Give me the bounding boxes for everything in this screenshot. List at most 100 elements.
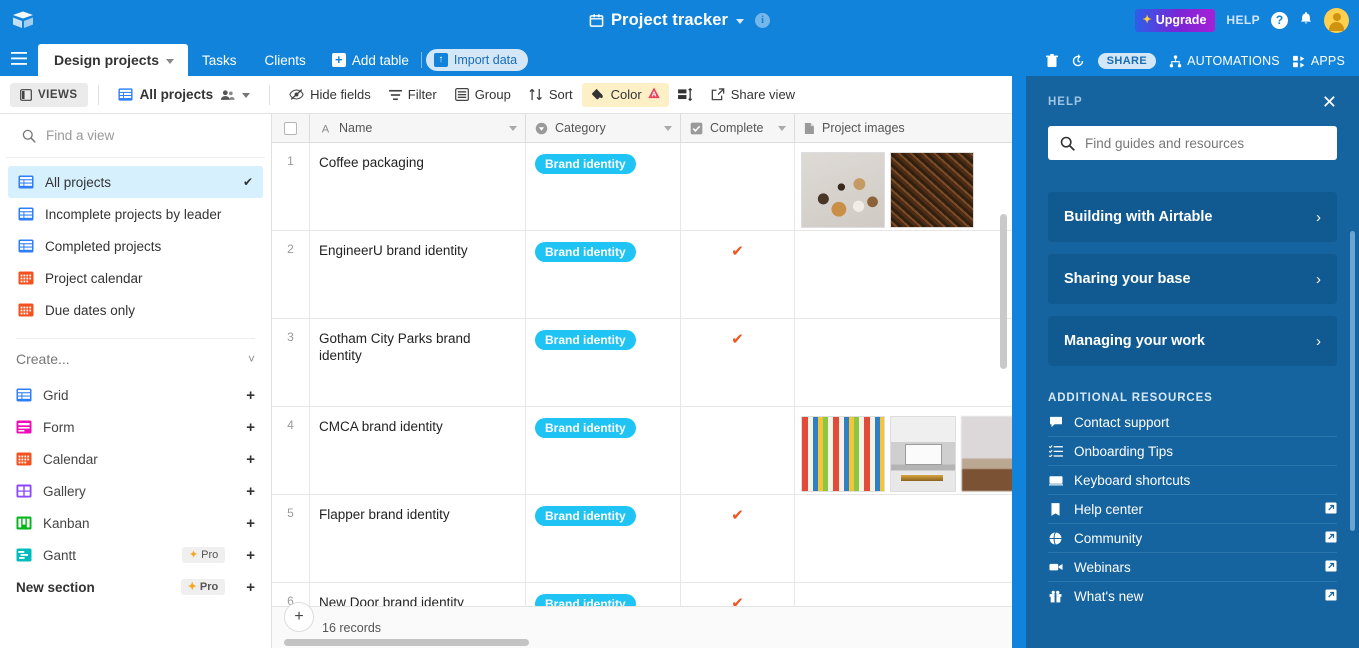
create-gantt-view[interactable]: Gantt ✦ Pro + <box>0 539 271 571</box>
sidebar-item-project-calendar[interactable]: Project calendar <box>8 262 263 294</box>
row-height-button[interactable] <box>669 83 702 107</box>
sort-button[interactable]: Sort <box>520 83 582 107</box>
create-kanban-view[interactable]: Kanban + <box>0 507 271 539</box>
create-calendar-view[interactable]: Calendar + <box>0 443 271 475</box>
attachment-thumbnail-blurred-gallery[interactable] <box>961 416 1012 492</box>
avatar[interactable] <box>1324 7 1349 33</box>
trash-icon[interactable] <box>1045 54 1058 68</box>
cell-project-images[interactable] <box>795 143 1010 230</box>
color-button[interactable]: Color A <box>581 82 669 107</box>
add-record-button[interactable]: + <box>284 602 314 632</box>
resource-onboarding-tips[interactable]: Onboarding Tips <box>1048 437 1337 466</box>
help-card-sharing-your-base[interactable]: Sharing your base › <box>1048 254 1337 304</box>
cell-complete[interactable] <box>681 143 795 230</box>
select-all-checkbox[interactable] <box>272 114 310 142</box>
attachment-thumbnail-museum-wall[interactable] <box>801 416 885 492</box>
airtable-logo-icon[interactable] <box>0 0 46 40</box>
group-button[interactable]: Group <box>446 83 520 107</box>
sidebar-item-incomplete-projects-by-leader[interactable]: Incomplete projects by leader <box>8 198 263 230</box>
resource-help-center[interactable]: Help center <box>1048 495 1337 524</box>
cell-category[interactable]: Brand identity <box>526 319 681 406</box>
question-mark-icon[interactable]: ? <box>1271 11 1288 29</box>
resource-contact-support[interactable]: Contact support <box>1048 408 1337 437</box>
apps-button[interactable]: APPS <box>1292 54 1345 68</box>
table-row[interactable]: 3 Gotham City Parks brand identity Brand… <box>272 319 1012 407</box>
help-panel-scrollbar[interactable] <box>1350 231 1355 531</box>
info-icon[interactable]: i <box>755 12 771 28</box>
column-header-category[interactable]: Category <box>526 114 681 142</box>
cell-name[interactable]: Flapper brand identity <box>310 495 526 582</box>
cell-project-images[interactable] <box>795 495 1010 582</box>
table-row[interactable]: 1 Coffee packaging Brand identity <box>272 143 1012 231</box>
close-icon[interactable]: ✕ <box>1322 93 1337 111</box>
help-card-building-with-airtable[interactable]: Building with Airtable › <box>1048 192 1337 242</box>
help-search-row[interactable] <box>1048 126 1337 160</box>
column-header-project-images[interactable]: Project images <box>795 114 1010 142</box>
base-title[interactable]: Project tracker <box>611 11 728 30</box>
cell-complete[interactable]: ✔ <box>681 319 795 406</box>
cell-project-images[interactable] <box>795 231 1010 318</box>
cell-category[interactable]: Brand identity <box>526 143 681 230</box>
plus-icon[interactable]: + <box>246 547 255 564</box>
tab-design-projects[interactable]: Design projects <box>38 44 189 76</box>
chevron-down-icon[interactable] <box>509 125 517 131</box>
cell-complete[interactable]: ✔ <box>681 495 795 582</box>
automations-button[interactable]: AUTOMATIONS <box>1169 54 1280 68</box>
tab-clients[interactable]: Clients <box>251 44 320 76</box>
create-new-section[interactable]: New section ✦ Pro + <box>0 571 271 603</box>
resource-webinars[interactable]: Webinars <box>1048 553 1337 582</box>
add-table-button[interactable]: + Add table <box>320 44 419 76</box>
chevron-down-icon[interactable] <box>166 58 175 64</box>
sidebar-item-due-dates-only[interactable]: Due dates only <box>8 294 263 326</box>
create-section-header[interactable]: Create... ˅ <box>0 339 271 379</box>
cell-category[interactable]: Brand identity <box>526 495 681 582</box>
table-row[interactable]: 2 EngineerU brand identity Brand identit… <box>272 231 1012 319</box>
cell-category[interactable]: Brand identity <box>526 407 681 494</box>
find-view-input[interactable] <box>46 128 226 143</box>
resource-community[interactable]: Community <box>1048 524 1337 553</box>
chevron-down-icon[interactable] <box>736 19 745 24</box>
plus-icon[interactable]: + <box>246 579 255 596</box>
find-view-row[interactable] <box>6 114 265 158</box>
sidebar-item-completed-projects[interactable]: Completed projects <box>8 230 263 262</box>
cell-complete[interactable]: ✔ <box>681 231 795 318</box>
table-row[interactable]: 4 CMCA brand identity Brand identity <box>272 407 1012 495</box>
cell-complete[interactable] <box>681 407 795 494</box>
plus-icon[interactable]: + <box>246 451 255 468</box>
help-search-input[interactable] <box>1085 135 1315 151</box>
column-header-complete[interactable]: Complete <box>681 114 795 142</box>
cell-name[interactable]: Coffee packaging <box>310 143 526 230</box>
chevron-down-icon[interactable] <box>778 125 786 131</box>
share-button[interactable]: SHARE <box>1097 53 1157 69</box>
column-header-name[interactable]: A Name <box>310 114 526 142</box>
plus-icon[interactable]: + <box>246 483 255 500</box>
attachment-thumbnail-coffee-beans[interactable] <box>890 152 974 228</box>
views-sidebar-toggle[interactable]: VIEWS <box>10 82 88 107</box>
sidebar-item-all-projects[interactable]: All projects ✔ <box>8 166 263 198</box>
help-menu-label[interactable]: HELP <box>1226 13 1260 27</box>
attachment-thumbnail-gallery-interior[interactable] <box>890 416 956 492</box>
grid-horizontal-scrollbar[interactable] <box>284 639 529 646</box>
history-clock-icon[interactable] <box>1071 54 1085 68</box>
grid-vertical-scrollbar[interactable] <box>1000 214 1007 369</box>
resource-whats-new[interactable]: What's new <box>1048 582 1337 611</box>
cell-project-images[interactable] <box>795 407 1012 494</box>
chevron-down-icon[interactable] <box>242 93 251 98</box>
plus-icon[interactable]: + <box>246 515 255 532</box>
plus-icon[interactable]: + <box>246 419 255 436</box>
filter-button[interactable]: Filter <box>380 83 446 107</box>
plus-icon[interactable]: + <box>246 387 255 404</box>
share-view-button[interactable]: Share view <box>702 83 804 107</box>
cell-project-images[interactable] <box>795 319 1010 406</box>
help-card-managing-your-work[interactable]: Managing your work › <box>1048 316 1337 366</box>
hide-fields-button[interactable]: Hide fields <box>280 83 380 107</box>
create-gallery-view[interactable]: Gallery + <box>0 475 271 507</box>
chevron-down-icon[interactable]: ˅ <box>248 352 255 366</box>
upgrade-button[interactable]: ✦ Upgrade <box>1135 8 1216 32</box>
cell-name[interactable]: Gotham City Parks brand identity <box>310 319 526 406</box>
cell-name[interactable]: EngineerU brand identity <box>310 231 526 318</box>
bell-icon[interactable] <box>1299 11 1313 29</box>
tab-tasks[interactable]: Tasks <box>188 44 251 76</box>
attachment-thumbnail-coffee-cups[interactable] <box>801 152 885 228</box>
create-form-view[interactable]: Form + <box>0 411 271 443</box>
